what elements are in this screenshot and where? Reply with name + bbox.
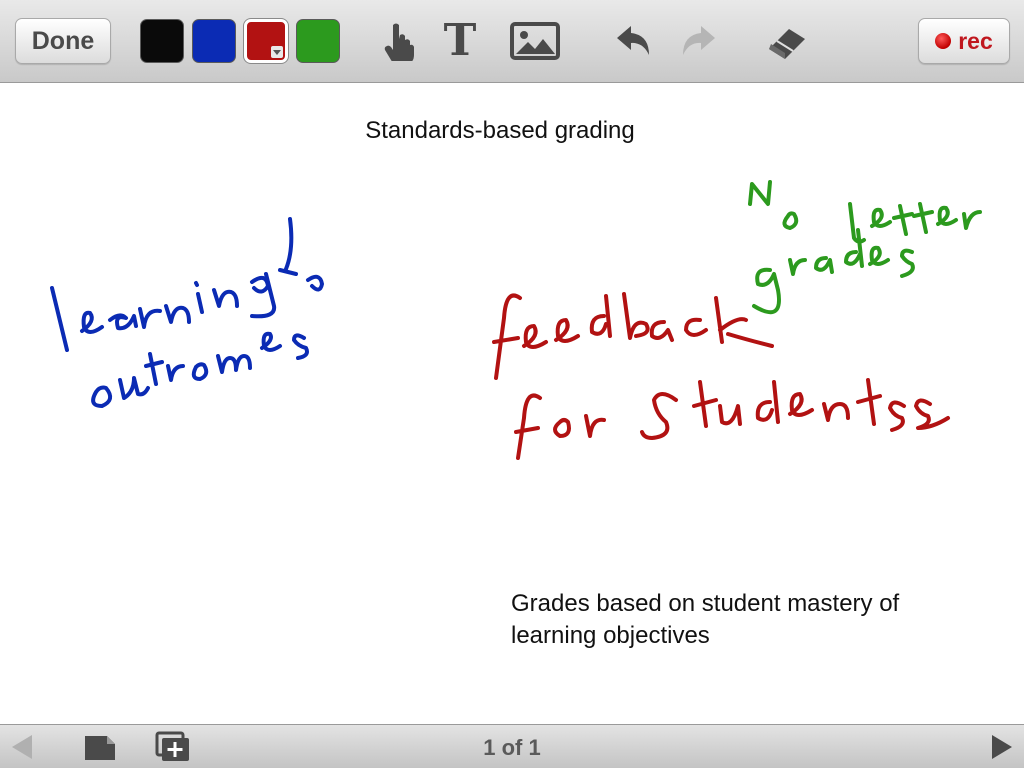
undo-icon[interactable]	[614, 17, 656, 65]
record-dot-icon	[935, 33, 952, 49]
color-dropdown-caret-icon[interactable]	[271, 46, 283, 58]
body-text-line-2: learning objectives	[511, 622, 710, 649]
whiteboard-canvas[interactable]: Standards-based grading Grades based on …	[0, 84, 1024, 724]
redo-icon[interactable]	[676, 17, 718, 65]
color-swatch-red[interactable]	[244, 19, 288, 63]
bottom-bar: 1 of 1	[0, 724, 1024, 768]
page-indicator: 1 of 1	[483, 735, 541, 760]
eraser-icon[interactable]	[762, 17, 812, 65]
image-icon[interactable]	[509, 17, 561, 65]
handwriting-no-letter-grades	[748, 180, 982, 315]
text-tool-icon[interactable]: T	[438, 17, 482, 65]
body-text-line-1: Grades based on student mastery of	[511, 590, 900, 617]
color-swatch-black[interactable]	[140, 19, 184, 63]
done-button[interactable]: Done	[15, 18, 111, 64]
handwriting-learning-outcomes	[50, 217, 324, 408]
pointer-hand-icon[interactable]	[378, 17, 418, 65]
record-button[interactable]: rec	[918, 18, 1010, 64]
color-swatch-green[interactable]	[296, 19, 340, 63]
prev-page-icon[interactable]	[8, 733, 36, 766]
color-swatch-blue[interactable]	[192, 19, 236, 63]
next-page-icon[interactable]	[988, 733, 1016, 766]
record-label: rec	[958, 27, 993, 54]
page-icon[interactable]	[83, 732, 117, 767]
add-page-icon[interactable]	[155, 731, 191, 768]
body-text[interactable]: Grades based on student mastery of learn…	[511, 588, 991, 652]
whiteboard-app: Done T rec Standards-based grading Grade…	[0, 0, 1024, 768]
handwriting-feedback-for-students	[492, 292, 950, 460]
top-toolbar: Done T rec	[0, 0, 1024, 83]
